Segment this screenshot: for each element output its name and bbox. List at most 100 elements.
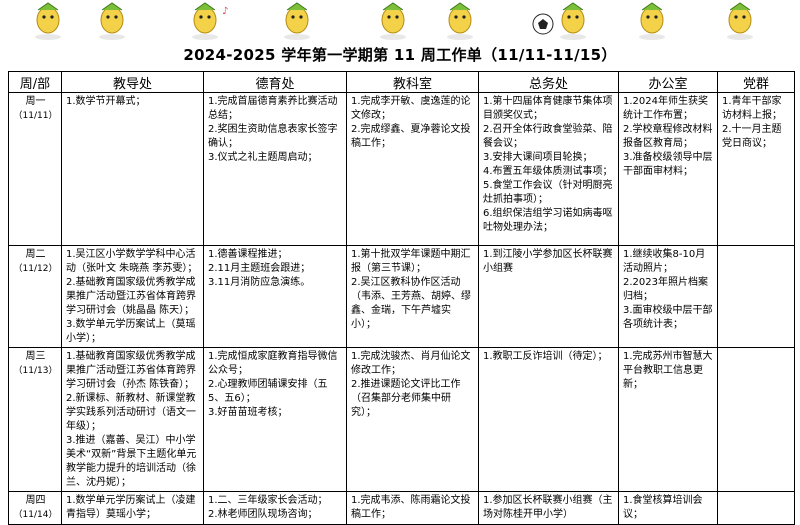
task-item: 2.推进课题论文评比工作（召集部分老师集中研究）； bbox=[351, 379, 461, 418]
column-header: 周/部 bbox=[8, 71, 62, 93]
task-cell bbox=[717, 491, 795, 525]
table-row: 周三 （11/13） 1.基础教育国家级优秀教学成果推广活动暨江苏省体育跨界学习研讨… bbox=[8, 347, 795, 492]
task-item: 2.学校章程修改材料报备区教育局； bbox=[623, 124, 713, 149]
task-item: 1.德善课程推进； bbox=[208, 249, 288, 260]
task-cell: 1.第十批双学年课题中期汇报（第三节课）； 2.吴江区教科协作区活动（韦添、王芳燕… bbox=[346, 245, 479, 348]
date-label: （11/12） bbox=[13, 264, 58, 274]
task-item: 2.基础教育国家级优秀教学成果推广活动暨江苏省体育跨界学习研讨会（姚晶晶 陈天）… bbox=[66, 277, 196, 316]
table-row: 周四 （11/14） 1.数学单元学历案试上（凌建青指导）莫瑶小学； 1.二、三年级家… bbox=[8, 491, 795, 525]
column-header: 办公室 bbox=[618, 71, 718, 93]
cartoon-icon bbox=[727, 2, 753, 40]
task-item: 3.仪式之礼主题周启动； bbox=[208, 152, 318, 163]
column-header: 德育处 bbox=[203, 71, 347, 93]
task-item: 1.基础教育国家级优秀教学成果推广活动暨江苏省体育跨界学习研讨会（孙杰 陈铁奋）… bbox=[66, 351, 196, 390]
task-item: 2.吴江区教科协作区活动（韦添、王芳燕、胡婷、缪鑫、金瑞，下午芦墟实小）； bbox=[351, 277, 471, 330]
task-cell: 1.食堂核算培训会议； bbox=[618, 491, 718, 525]
cartoon-icon bbox=[35, 2, 61, 40]
task-cell bbox=[717, 347, 795, 492]
work-schedule-table: 周/部 教导处 德育处 教科室 总务处 办公室 党群 周一 （11/11） 1.数学… bbox=[8, 71, 795, 525]
task-cell: 1.完成韦添、陈雨霜论文投稿工作； bbox=[346, 491, 479, 525]
task-item: 3.安排大课间项目轮换； bbox=[483, 152, 593, 163]
task-item: 1.数学单元学历案试上（凌建青指导）莫瑶小学； bbox=[66, 495, 196, 520]
task-cell: 1.吴江区小学数学学科中心活动（张叶文 朱晓燕 李苏雯）； 2.基础教育国家级优秀… bbox=[61, 245, 204, 348]
task-item: 1.青年干部家访材料上报； bbox=[722, 96, 782, 121]
task-cell: 1.数学单元学历案试上（凌建青指导）莫瑶小学； bbox=[61, 491, 204, 525]
table-row: 周二 （11/12） 1.吴江区小学数学学科中心活动（张叶文 朱晓燕 李苏雯）； 2.… bbox=[8, 245, 795, 348]
date-label: （11/11） bbox=[13, 111, 58, 121]
task-item: 3.好苗苗班考核； bbox=[208, 407, 288, 418]
task-item: 2.新课标、新教材、新课堂教学实践系列活动研讨（语文一年级）； bbox=[66, 393, 196, 432]
day-label: 周二 bbox=[25, 249, 46, 260]
day-label: 周一 bbox=[25, 96, 46, 107]
task-cell: 1.第十四届体育健康节集体项目颁奖仪式； 2.召开全体行政食堂验菜、陪餐会议； 3.… bbox=[478, 92, 619, 246]
task-item: 2.心理教师团辅课安排（五5、五6）； bbox=[208, 379, 328, 404]
task-item: 1.完成苏州市智慧大平台教职工信息更新； bbox=[623, 351, 713, 390]
day-cell: 周四 （11/14） bbox=[8, 491, 62, 525]
task-cell: 1.完成沈骏杰、肖月仙论文修改工作； 2.推进课题论文评比工作（召集部分老师集中研… bbox=[346, 347, 479, 492]
task-item: 1.完成恒成家庭教育指导微信公众号； bbox=[208, 351, 338, 376]
task-cell: 1.完成李开敏、虞逸莲的论文修改； 2.完成缪鑫、夏净蓉论文投稿工作； bbox=[346, 92, 479, 246]
task-item: 3.准备校级领导中层干部面审材料； bbox=[623, 152, 713, 177]
task-item: 1.完成李开敏、虞逸莲的论文修改； bbox=[351, 96, 471, 121]
task-cell: 1.德善课程推进； 2.11月主题班会跟进； 3.11月消防应急演练。 bbox=[203, 245, 347, 348]
task-item: 1.完成韦添、陈雨霜论文投稿工作； bbox=[351, 495, 471, 520]
soccer-ball-icon bbox=[532, 13, 554, 35]
task-cell: 1.参加区长杯联赛小组赛（主场对陈桂开甲小学） bbox=[478, 491, 619, 525]
page-title: 2024-2025 学年第一学期第 11 周工作单（11/11-11/15） bbox=[183, 46, 617, 64]
task-item: 1.2024年师生获奖统计工作布置； bbox=[623, 96, 708, 121]
task-item: 2.召开全体行政食堂验菜、陪餐会议； bbox=[483, 124, 613, 149]
task-cell: 1.完成首届德育素养比赛活动总结； 2.奖困生资助信息表家长签字确认； 3.仪式之礼… bbox=[203, 92, 347, 246]
task-cell bbox=[717, 245, 795, 348]
column-header: 总务处 bbox=[478, 71, 619, 93]
task-item: 2.完成缪鑫、夏净蓉论文投稿工作； bbox=[351, 124, 471, 149]
task-cell: 1.完成苏州市智慧大平台教职工信息更新； bbox=[618, 347, 718, 492]
header-clipart-strip: ♪ bbox=[35, 2, 753, 40]
cartoon-icon bbox=[284, 2, 310, 40]
task-item: 3.面审校级中层干部各项统计表； bbox=[623, 305, 713, 330]
cartoon-icon bbox=[639, 2, 665, 40]
task-item: 1.到江陵小学参加区长杯联赛小组赛 bbox=[483, 249, 613, 274]
task-item: 5.食堂工作会议（针对明厨亮灶抓拍事项）； bbox=[483, 180, 613, 205]
header-row: 周/部 教导处 德育处 教科室 总务处 办公室 党群 bbox=[8, 71, 795, 93]
column-header: 教导处 bbox=[61, 71, 204, 93]
task-item: 1.继续收集8-10月活动照片； bbox=[623, 249, 706, 274]
cartoon-icon bbox=[560, 2, 586, 40]
task-cell: 1.数学节开幕式； bbox=[61, 92, 204, 246]
task-cell: 1.完成恒成家庭教育指导微信公众号； 2.心理教师团辅课安排（五5、五6）； 3.好… bbox=[203, 347, 347, 492]
cartoon-icon bbox=[380, 2, 406, 40]
day-label: 周四 bbox=[25, 495, 46, 506]
task-cell: 1.到江陵小学参加区长杯联赛小组赛 bbox=[478, 245, 619, 348]
task-item: 1.第十四届体育健康节集体项目颁奖仪式； bbox=[483, 96, 613, 121]
task-item: 2.11月主题班会跟进； bbox=[208, 263, 311, 274]
column-header: 党群 bbox=[717, 71, 795, 93]
task-item: 1.食堂核算培训会议； bbox=[623, 495, 703, 520]
task-item: 1.吴江区小学数学学科中心活动（张叶文 朱晓燕 李苏雯）； bbox=[66, 249, 198, 274]
date-label: （11/13） bbox=[13, 366, 58, 376]
column-header: 教科室 bbox=[346, 71, 479, 93]
task-item: 2.林老师团队现场咨询； bbox=[208, 509, 318, 520]
task-item: 4.布置五年级体质测试事项； bbox=[483, 166, 613, 177]
task-cell: 1.二、三年级家长会活动； 2.林老师团队现场咨询； bbox=[203, 491, 347, 525]
task-item: 1.二、三年级家长会活动； bbox=[208, 495, 328, 506]
day-cell: 周二 （11/12） bbox=[8, 245, 62, 348]
task-item: 1.教职工反诈培训（待定）； bbox=[483, 351, 608, 362]
task-cell: 1.基础教育国家级优秀教学成果推广活动暨江苏省体育跨界学习研讨会（孙杰 陈铁奋）… bbox=[61, 347, 204, 492]
task-item: 2.2023年照片档案归档； bbox=[623, 277, 708, 302]
task-item: 6.组织保洁组学习诺如病毒呕吐物处理办法； bbox=[483, 208, 613, 233]
cartoon-icon bbox=[447, 2, 473, 40]
task-item: 1.数学节开幕式； bbox=[66, 96, 146, 107]
task-item: 1.第十批双学年课题中期汇报（第三节课）； bbox=[351, 249, 471, 274]
task-item: 3.11月消防应急演练。 bbox=[208, 277, 311, 288]
task-cell: 1.2024年师生获奖统计工作布置； 2.学校章程修改材料报备区教育局； 3.准备校… bbox=[618, 92, 718, 246]
day-label: 周三 bbox=[25, 351, 46, 362]
task-item: 2.奖困生资助信息表家长签字确认； bbox=[208, 124, 338, 149]
cartoon-icon bbox=[99, 2, 125, 40]
day-cell: 周一 （11/11） bbox=[8, 92, 62, 246]
task-item: 3.数学单元学历案试上（莫瑶小学）； bbox=[66, 319, 196, 344]
day-cell: 周三 （11/13） bbox=[8, 347, 62, 492]
svg-text:♪: ♪ bbox=[222, 6, 228, 17]
task-item: 1.完成首届德育素养比赛活动总结； bbox=[208, 96, 338, 121]
table-row: 周一 （11/11） 1.数学节开幕式； 1.完成首届德育素养比赛活动总结； 2.奖困生… bbox=[8, 92, 795, 246]
task-cell: 1.继续收集8-10月活动照片； 2.2023年照片档案归档； 3.面审校级中层干部… bbox=[618, 245, 718, 348]
task-item: 1.完成沈骏杰、肖月仙论文修改工作； bbox=[351, 351, 471, 376]
